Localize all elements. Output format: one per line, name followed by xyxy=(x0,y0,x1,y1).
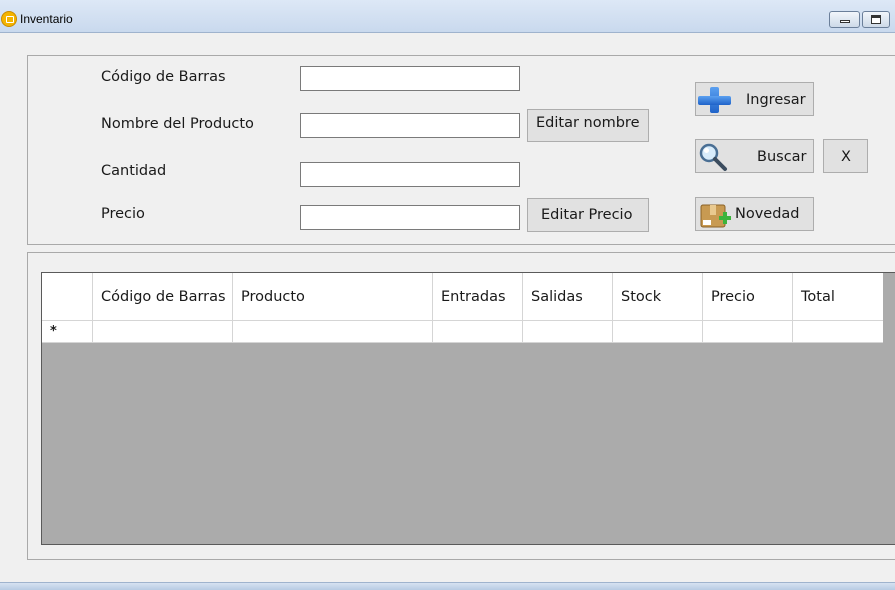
editar-precio-label: Editar Precio xyxy=(541,207,633,223)
maximize-button[interactable] xyxy=(862,11,890,28)
window-title: Inventario xyxy=(20,12,73,26)
column-header-label: Entradas xyxy=(441,288,506,305)
new-row-cell-salidas[interactable] xyxy=(523,321,613,343)
column-header-label: Total xyxy=(801,288,835,305)
column-header-label: Código de Barras xyxy=(101,288,226,305)
ingresar-button[interactable]: Ingresar xyxy=(695,82,814,116)
column-header-label: Precio xyxy=(711,288,755,305)
nombre-input[interactable] xyxy=(300,113,520,138)
nombre-label: Nombre del Producto xyxy=(101,116,254,132)
precio-input[interactable] xyxy=(300,205,520,230)
column-header-precio[interactable]: Precio xyxy=(703,273,793,321)
buscar-label: Buscar xyxy=(757,149,807,165)
editar-nombre-label: Editar nombre xyxy=(536,115,640,131)
column-header-label: Stock xyxy=(621,288,662,305)
column-header-stock[interactable]: Stock xyxy=(613,273,703,321)
new-row-marker: * xyxy=(50,324,57,339)
column-header-entradas[interactable]: Entradas xyxy=(433,273,523,321)
ingresar-label: Ingresar xyxy=(746,92,806,108)
column-header-total[interactable]: Total xyxy=(793,273,883,321)
new-row-cell-producto[interactable] xyxy=(233,321,433,343)
codigo-label: Código de Barras xyxy=(101,69,226,85)
minimize-icon xyxy=(840,20,850,23)
new-row-cell-codigo[interactable] xyxy=(93,321,233,343)
new-row-cell-stock[interactable] xyxy=(613,321,703,343)
new-row-header[interactable]: * xyxy=(42,321,93,343)
novedad-button[interactable]: Novedad xyxy=(695,197,814,231)
package-add-icon xyxy=(700,204,731,228)
app-icon xyxy=(1,11,17,27)
column-header-label: Salidas xyxy=(531,288,583,305)
title-bar[interactable]: Inventario xyxy=(0,0,895,33)
editar-nombre-button[interactable]: Editar nombre xyxy=(527,109,649,142)
codigo-input[interactable] xyxy=(300,66,520,91)
plus-icon xyxy=(698,87,731,113)
column-header-codigo[interactable]: Código de Barras xyxy=(93,273,233,321)
new-row-cell-total[interactable] xyxy=(793,321,883,343)
buscar-button[interactable]: Buscar xyxy=(695,139,814,173)
window-bottom-border xyxy=(0,582,895,590)
cantidad-label: Cantidad xyxy=(101,163,167,179)
maximize-icon xyxy=(871,15,881,24)
new-row[interactable]: * xyxy=(42,321,883,343)
clear-button[interactable]: X xyxy=(823,139,868,173)
cantidad-input[interactable] xyxy=(300,162,520,187)
column-header-producto[interactable]: Producto xyxy=(233,273,433,321)
grid-header-row: Código de Barras Producto Entradas Salid… xyxy=(42,273,883,321)
row-header-corner[interactable] xyxy=(42,273,93,321)
new-row-cell-entradas[interactable] xyxy=(433,321,523,343)
inventory-grid[interactable]: Código de Barras Producto Entradas Salid… xyxy=(41,272,895,545)
novedad-label: Novedad xyxy=(735,206,800,222)
new-row-cell-precio[interactable] xyxy=(703,321,793,343)
clear-label: X xyxy=(841,149,851,165)
editar-precio-button[interactable]: Editar Precio xyxy=(527,198,649,232)
column-header-salidas[interactable]: Salidas xyxy=(523,273,613,321)
minimize-button[interactable] xyxy=(829,11,860,28)
precio-label: Precio xyxy=(101,206,145,222)
search-icon xyxy=(699,143,727,171)
column-header-label: Producto xyxy=(241,288,305,305)
